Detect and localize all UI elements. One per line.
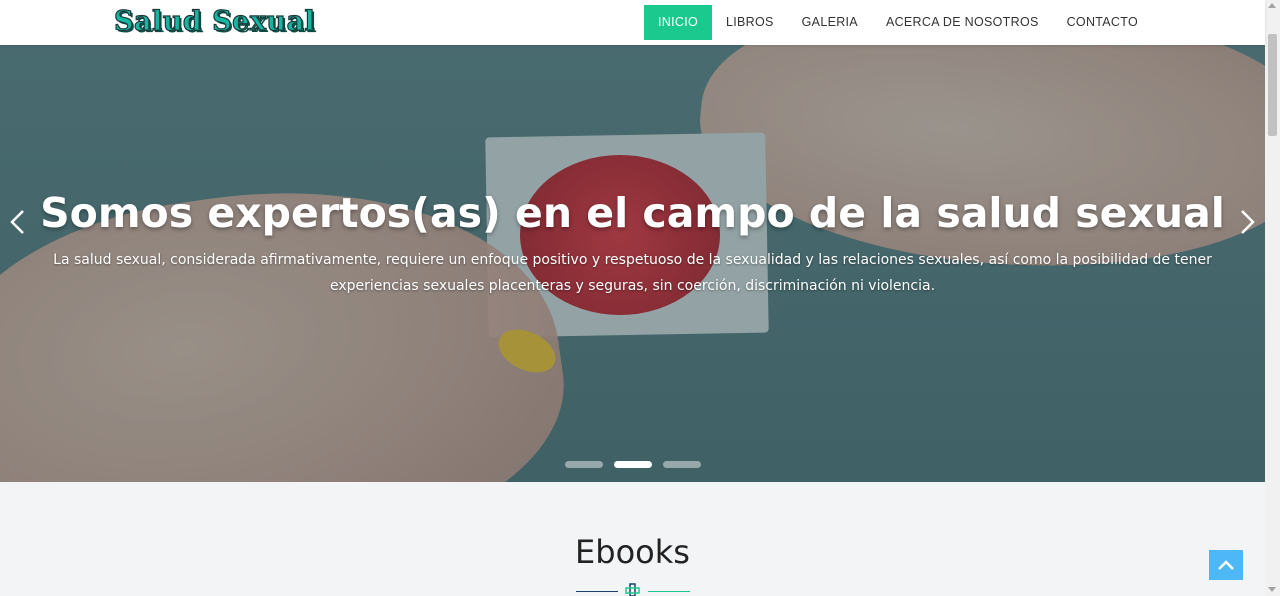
chevron-left-icon <box>10 210 24 234</box>
nav-item-galeria[interactable]: GALERIA <box>788 5 872 40</box>
hero-description: La salud sexual, considerada afirmativam… <box>53 252 1212 294</box>
divider-line-left <box>576 591 618 592</box>
carousel-indicator-3[interactable] <box>662 461 701 468</box>
scrollbar-up-arrow[interactable] <box>1268 3 1276 8</box>
section-divider <box>576 583 690 596</box>
navbar: Salud Sexual INICIO LIBROS GALERIA ACERC… <box>0 0 1265 45</box>
nav-item-contacto[interactable]: CONTACTO <box>1053 5 1152 40</box>
scrollbar-thumb[interactable] <box>1268 34 1277 136</box>
nav-item-libros[interactable]: LIBROS <box>712 5 788 40</box>
carousel-prev-button[interactable] <box>3 205 33 239</box>
main-nav: INICIO LIBROS GALERIA ACERCA DE NOSOTROS… <box>644 5 1152 40</box>
chevron-up-icon <box>1218 560 1234 570</box>
scrollbar-down-arrow[interactable] <box>1268 587 1276 592</box>
carousel-next-button[interactable] <box>1232 205 1262 239</box>
carousel-indicator-1[interactable] <box>564 461 603 468</box>
page-scrollbar[interactable] <box>1265 0 1280 596</box>
medical-cross-icon <box>625 583 640 596</box>
divider-line-right <box>648 591 690 592</box>
chevron-right-icon <box>1241 210 1255 234</box>
scroll-to-top-button[interactable] <box>1209 550 1243 580</box>
carousel-indicators <box>0 461 1265 468</box>
hero-title: Somos expertos(as) en el campo de la sal… <box>40 189 1225 237</box>
site-logo[interactable]: Salud Sexual <box>113 5 315 37</box>
nav-item-inicio[interactable]: INICIO <box>644 5 712 40</box>
nav-item-acerca[interactable]: ACERCA DE NOSOTROS <box>872 5 1053 40</box>
carousel-indicator-2[interactable] <box>613 461 652 468</box>
hero-carousel: Somos expertos(as) en el campo de la sal… <box>0 45 1265 482</box>
section-title-ebooks: Ebooks <box>575 533 690 571</box>
